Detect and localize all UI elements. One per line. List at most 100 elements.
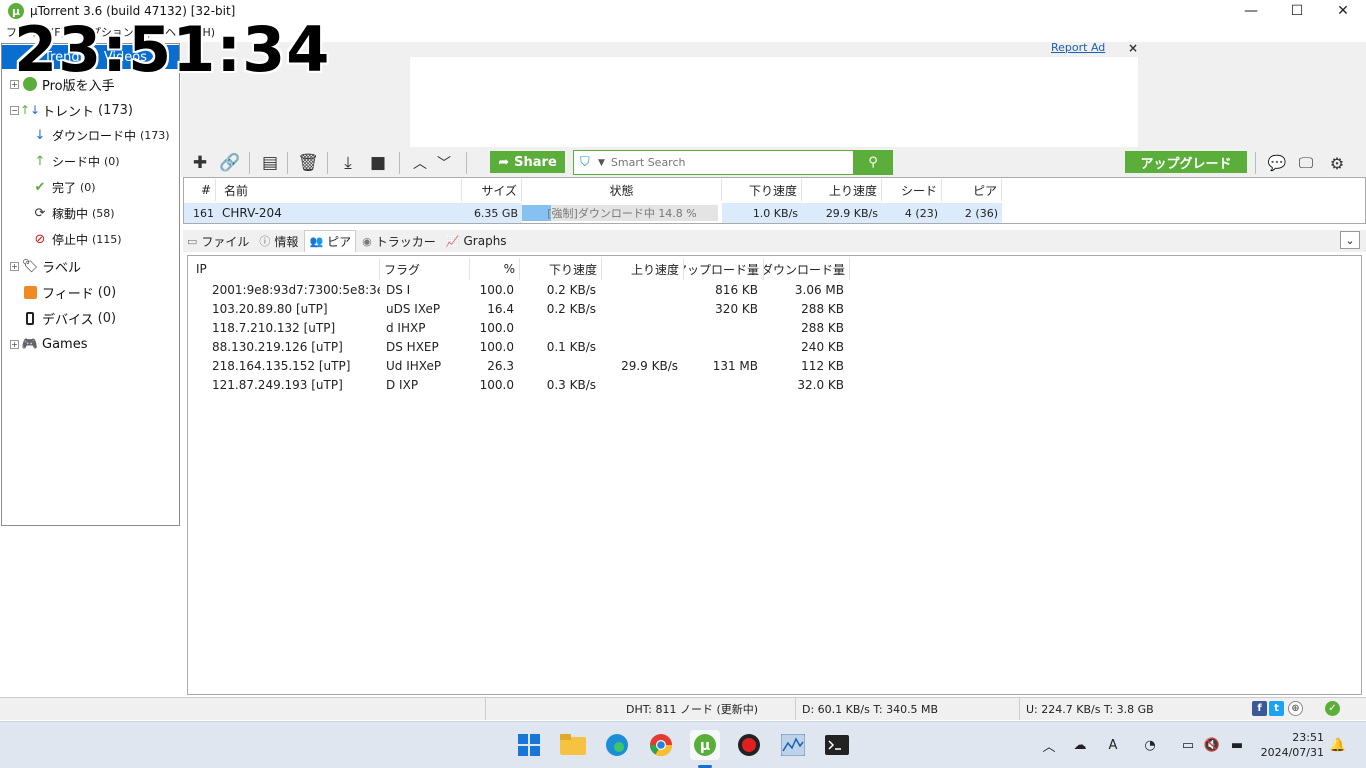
facebook-icon[interactable]: f: [1252, 701, 1267, 716]
sidebar-item-torrents[interactable]: − ↑ ↓ トレント (173): [2, 98, 133, 122]
clock-app-icon[interactable]: ◔: [1141, 736, 1159, 754]
windows-start-icon[interactable]: [514, 730, 544, 760]
sidebar-item-devices[interactable]: デバイス (0): [22, 306, 116, 330]
delete-icon[interactable]: 🗑: [295, 150, 321, 176]
collapse-panel-button[interactable]: ⌄: [1340, 231, 1360, 249]
peer-row[interactable]: 88.130.219.126 [uTP] DS HXEP 100.0 0.1 K…: [188, 337, 851, 356]
remote-screen-icon[interactable]: 🖵: [1293, 150, 1319, 176]
tab-info[interactable]: ⓘ 情報: [255, 230, 302, 252]
dht-status[interactable]: DHT: 811 ノード (更新中): [620, 698, 795, 720]
column-flags[interactable]: フラグ: [380, 258, 470, 280]
utorrent-taskbar-icon[interactable]: µ: [690, 730, 720, 760]
minimize-button[interactable]: —: [1228, 0, 1274, 22]
chrome-browser-icon[interactable]: [646, 730, 676, 760]
column-down-speed[interactable]: 下り速度: [722, 179, 802, 201]
report-ad-link[interactable]: Report Ad: [1051, 41, 1105, 54]
sidebar-item-downloading[interactable]: ↓ ダウンロード中 (173): [32, 123, 170, 147]
tab-files[interactable]: ▭ ファイル: [183, 230, 253, 252]
ad-close-button[interactable]: ×: [1128, 41, 1138, 55]
peer-row[interactable]: 121.87.249.193 [uTP] D IXP 100.0 0.3 KB/…: [188, 375, 851, 394]
search-input[interactable]: [610, 156, 851, 169]
column-status[interactable]: 状態: [522, 179, 722, 201]
network-icon[interactable]: ▭: [1179, 736, 1197, 754]
start-download-icon[interactable]: ⤓: [335, 150, 361, 176]
column-downloaded[interactable]: ダウンロード量: [764, 258, 850, 280]
terminal-icon[interactable]: [822, 730, 852, 760]
column-name[interactable]: 名前: [220, 179, 462, 201]
ime-indicator-icon[interactable]: A: [1104, 736, 1122, 754]
peer-ip: 121.87.249.193 [uTP]: [212, 377, 343, 392]
toolbar: ✚ 🔗 ▤ 🗑 ⤓ ■ ︿ ﹀ ➦ Share ⛉ ▼ ⚲ アップグレード 💬 …: [181, 148, 1366, 177]
share-button[interactable]: ➦ Share: [490, 151, 565, 173]
peer-uploaded: [682, 375, 762, 394]
sidebar-item-completed[interactable]: ✔ 完了 (0): [32, 175, 96, 199]
add-link-icon[interactable]: 🔗: [217, 150, 243, 176]
peer-flags: uDS IXeP: [386, 301, 441, 316]
rss-icon: [22, 284, 38, 300]
column-seeds[interactable]: シード: [882, 179, 942, 201]
stop-icon[interactable]: ■: [365, 150, 391, 176]
upgrade-button[interactable]: アップグレード: [1125, 151, 1247, 173]
upload-status[interactable]: U: 224.7 KB/s T: 3.8 GB: [1019, 698, 1245, 720]
close-button[interactable]: ✕: [1320, 0, 1366, 22]
expand-icon[interactable]: +: [10, 261, 19, 271]
record-app-icon[interactable]: [734, 730, 764, 760]
status-blank: [485, 698, 620, 720]
toolbar-divider: [327, 152, 328, 174]
add-torrent-icon[interactable]: ✚: [187, 150, 213, 176]
sidebar: Trending Videos + Pro版を入手 − ↑ ↓ トレント (173…: [1, 43, 180, 526]
battery-icon[interactable]: ▬: [1228, 736, 1246, 754]
sidebar-item-seeding[interactable]: ↑ シード中 (0): [32, 149, 120, 173]
chevron-up-icon[interactable]: ︿: [1040, 736, 1058, 755]
tab-graphs[interactable]: 📈 Graphs: [442, 230, 511, 252]
torrent-number: 161: [184, 203, 218, 223]
torrent-down-speed: 1.0 KB/s: [722, 203, 802, 223]
move-down-icon[interactable]: ﹀: [431, 150, 457, 176]
sidebar-item-active[interactable]: ⟳ 稼動中 (58): [32, 201, 115, 225]
column-peers[interactable]: ピア: [942, 179, 1002, 201]
column-size[interactable]: サイズ: [462, 179, 522, 201]
peer-row[interactable]: 218.164.135.152 [uTP] Ud IHXeP 26.3 29.9…: [188, 356, 851, 375]
collapse-icon[interactable]: −: [10, 105, 19, 115]
peer-downloaded: 32.0 KB: [797, 377, 844, 392]
column-number[interactable]: #: [184, 179, 216, 201]
sidebar-item-stopped[interactable]: ⊘ 停止中 (115): [32, 227, 122, 251]
ad-banner[interactable]: [410, 57, 1138, 147]
sidebar-item-labels[interactable]: + 🏷 ラベル: [2, 254, 81, 278]
chat-icon[interactable]: 💬: [1264, 150, 1290, 176]
globe-icon[interactable]: ⊕: [1288, 701, 1303, 716]
search-button[interactable]: ⚲: [853, 150, 893, 175]
peer-up: [600, 280, 682, 299]
tab-trackers[interactable]: ◉ トラッカー: [358, 230, 440, 252]
gear-icon[interactable]: ⚙: [1324, 150, 1350, 176]
upload-arrow-icon: ↑: [34, 153, 46, 169]
sidebar-item-feeds[interactable]: フィード (0): [22, 280, 116, 304]
expand-icon[interactable]: +: [10, 339, 19, 349]
column-percent[interactable]: %: [470, 258, 520, 280]
notification-bell-icon[interactable]: 🔔: [1329, 736, 1347, 754]
peer-row[interactable]: 118.7.210.132 [uTP] d IHXP 100.0 288 KB: [188, 318, 851, 337]
tab-peers[interactable]: 👥 ピア: [304, 230, 357, 252]
tray-clock[interactable]: 23:51 2024/07/31: [1250, 730, 1324, 760]
download-status[interactable]: D: 60.1 KB/s T: 340.5 MB: [795, 698, 1019, 720]
chevron-down-icon[interactable]: ▼: [598, 158, 605, 168]
column-peer-down[interactable]: 下り速度: [520, 258, 602, 280]
sidebar-item-games[interactable]: + 🎮 Games: [2, 332, 87, 356]
edge-browser-icon[interactable]: [602, 730, 632, 760]
maximize-button[interactable]: ☐: [1274, 0, 1320, 22]
column-ip[interactable]: IP: [192, 258, 380, 280]
resource-monitor-icon[interactable]: [778, 730, 808, 760]
column-peer-up[interactable]: 上り速度: [602, 258, 684, 280]
file-explorer-icon[interactable]: [558, 730, 588, 760]
peer-row[interactable]: 2001:9e8:93d7:7300:5e8:3e4:4a... DS I 10…: [188, 280, 851, 299]
peer-ip: 218.164.135.152 [uTP]: [212, 358, 351, 373]
move-up-icon[interactable]: ︿: [407, 150, 433, 176]
speaker-muted-icon[interactable]: 🔇: [1203, 736, 1221, 754]
column-up-speed[interactable]: 上り速度: [802, 179, 882, 201]
twitter-icon[interactable]: t: [1269, 701, 1284, 716]
column-uploaded[interactable]: アップロード量: [684, 258, 764, 280]
create-torrent-icon[interactable]: ▤: [257, 150, 283, 176]
peer-row[interactable]: 103.20.89.80 [uTP] uDS IXeP 16.4 0.2 KB/…: [188, 299, 851, 318]
network-ok-icon[interactable]: ✓: [1325, 701, 1340, 716]
cloud-offline-icon[interactable]: ☁: [1071, 736, 1089, 754]
